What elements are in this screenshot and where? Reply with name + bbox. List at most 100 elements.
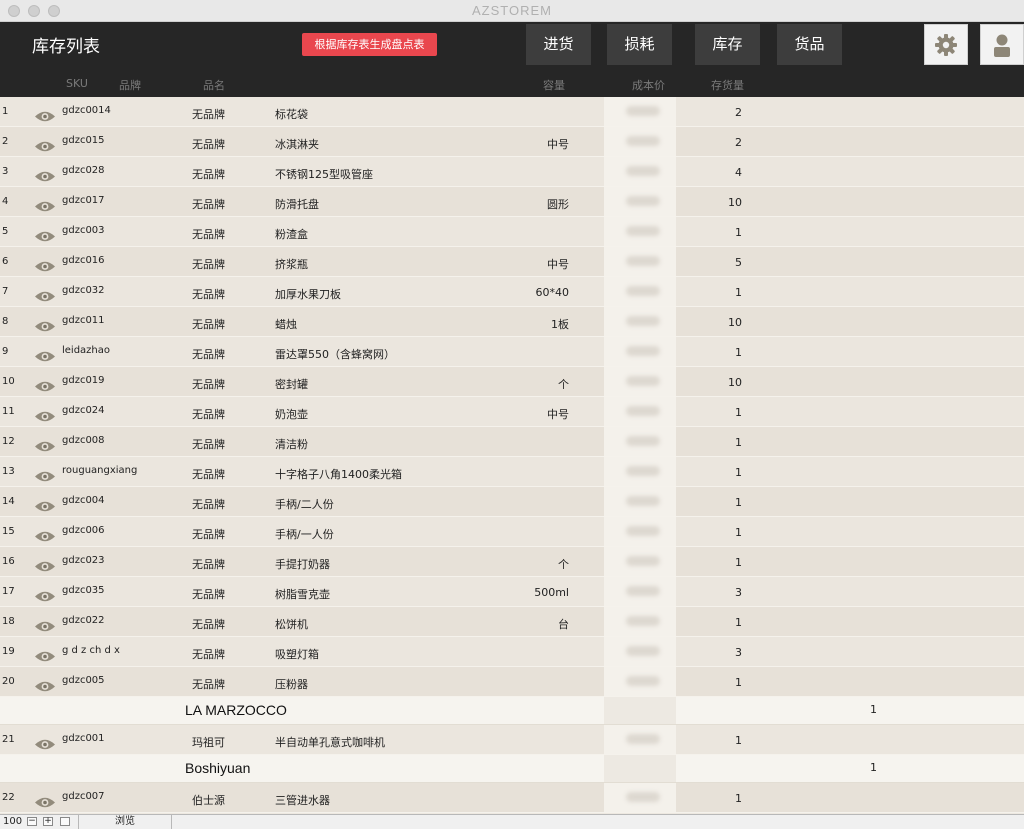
- brand-cell: 无品牌: [192, 168, 225, 181]
- group-count: 1: [870, 703, 877, 716]
- nav-loss-button[interactable]: 损耗: [607, 24, 672, 65]
- table-row[interactable]: 5 gdzc003 无品牌 粉渣盒 1: [0, 217, 1024, 247]
- group-count: 1: [870, 761, 877, 774]
- table-row[interactable]: 6 gdzc016 无品牌 挤浆瓶 中号 5: [0, 247, 1024, 277]
- redaction-blur: [626, 346, 660, 356]
- eye-icon[interactable]: [34, 796, 56, 809]
- table-row[interactable]: 2 gdzc015 无品牌 冰淇淋夹 中号 2: [0, 127, 1024, 157]
- cost-cell-redacted: [604, 725, 676, 754]
- stock-cell: 4: [735, 166, 742, 179]
- name-cell: 密封罐: [275, 378, 308, 391]
- sku-cell: gdzc015: [62, 135, 105, 146]
- cost-cell-redacted: [604, 397, 676, 426]
- nav-goods-button[interactable]: 货品: [777, 24, 842, 65]
- eye-icon[interactable]: [34, 470, 56, 483]
- eye-icon[interactable]: [34, 560, 56, 573]
- redaction-blur: [626, 676, 660, 686]
- gear-icon: [935, 33, 957, 56]
- eye-icon[interactable]: [34, 530, 56, 543]
- table-row[interactable]: 14 gdzc004 无品牌 手柄/二人份 1: [0, 487, 1024, 517]
- eye-icon[interactable]: [34, 140, 56, 153]
- table-row[interactable]: 20 gdzc005 无品牌 压粉器 1: [0, 667, 1024, 697]
- table-row[interactable]: 3 gdzc028 无品牌 不锈钢125型吸管座 4: [0, 157, 1024, 187]
- table-row[interactable]: 15 gdzc006 无品牌 手柄/一人份 1: [0, 517, 1024, 547]
- brand-cell: 无品牌: [192, 468, 225, 481]
- eye-icon[interactable]: [34, 350, 56, 363]
- redaction-blur: [626, 286, 660, 296]
- eye-icon[interactable]: [34, 440, 56, 453]
- generate-inventory-sheet-button[interactable]: 根据库存表生成盘点表: [302, 33, 437, 56]
- zoom-out-button[interactable]: −: [27, 817, 37, 826]
- sku-cell: gdzc007: [62, 791, 105, 802]
- eye-icon[interactable]: [34, 650, 56, 663]
- stock-cell: 3: [735, 586, 742, 599]
- table-row[interactable]: 18 gdzc022 无品牌 松饼机 台 1: [0, 607, 1024, 637]
- toggle-toolbar-button[interactable]: [60, 817, 70, 826]
- brand-cell: 无品牌: [192, 498, 225, 511]
- redaction-blur: [626, 256, 660, 266]
- eye-icon[interactable]: [34, 230, 56, 243]
- eye-icon[interactable]: [34, 170, 56, 183]
- redaction-blur: [626, 106, 660, 116]
- table-row[interactable]: 16 gdzc023 无品牌 手提打奶器 个 1: [0, 547, 1024, 577]
- eye-icon[interactable]: [34, 620, 56, 633]
- nav-purchase-button[interactable]: 进货: [526, 24, 591, 65]
- eye-icon[interactable]: [34, 410, 56, 423]
- capacity-cell: 500ml: [534, 586, 569, 599]
- name-cell: 不锈钢125型吸管座: [275, 168, 373, 181]
- group-cost-cell: [604, 697, 676, 724]
- inventory-table: 1 gdzc0014 无品牌 标花袋 2 2 gdzc015 无品牌 冰淇淋夹 中号 2 3 gdzc0…: [0, 97, 1024, 813]
- row-number: 7: [2, 286, 9, 297]
- table-row[interactable]: 22 gdzc007 伯士源 三管进水器 1: [0, 783, 1024, 813]
- table-row[interactable]: 10 gdzc019 无品牌 密封罐 个 10: [0, 367, 1024, 397]
- browse-mode-indicator[interactable]: 浏览: [78, 815, 172, 829]
- eye-icon[interactable]: [34, 110, 56, 123]
- sku-cell: gdzc024: [62, 405, 105, 416]
- table-row[interactable]: 19 g d z ch d x 无品牌 吸塑灯箱 3: [0, 637, 1024, 667]
- eye-icon[interactable]: [34, 380, 56, 393]
- settings-button[interactable]: [924, 24, 968, 65]
- sku-cell: rouguangxiang: [62, 465, 138, 476]
- redaction-blur: [626, 436, 660, 446]
- window-titlebar: AZSTOREM: [0, 0, 1024, 22]
- eye-icon[interactable]: [34, 320, 56, 333]
- cost-cell-redacted: [604, 127, 676, 156]
- table-row[interactable]: 17 gdzc035 无品牌 树脂雪克壶 500ml 3: [0, 577, 1024, 607]
- stock-cell: 2: [735, 106, 742, 119]
- eye-icon[interactable]: [34, 290, 56, 303]
- sku-cell: gdzc005: [62, 675, 105, 686]
- eye-icon[interactable]: [34, 590, 56, 603]
- table-row[interactable]: 7 gdzc032 无品牌 加厚水果刀板 60*40 1: [0, 277, 1024, 307]
- name-cell: 手柄/一人份: [275, 528, 334, 541]
- table-row[interactable]: 21 gdzc001 玛祖可 半自动单孔意式咖啡机 1: [0, 725, 1024, 755]
- stock-cell: 1: [735, 556, 742, 569]
- redaction-blur: [626, 586, 660, 596]
- column-header-brand: 品牌: [119, 79, 141, 92]
- eye-icon[interactable]: [34, 500, 56, 513]
- row-number: 1: [2, 106, 9, 117]
- table-row[interactable]: 13 rouguangxiang 无品牌 十字格子八角1400柔光箱 1: [0, 457, 1024, 487]
- stock-cell: 10: [728, 196, 742, 209]
- name-cell: 十字格子八角1400柔光箱: [275, 468, 402, 481]
- cost-cell-redacted: [604, 157, 676, 186]
- table-row[interactable]: 9 leidazhao 无品牌 雷达罩550（含蜂窝网） 1: [0, 337, 1024, 367]
- zoom-in-button[interactable]: +: [43, 817, 53, 826]
- eye-icon[interactable]: [34, 738, 56, 751]
- table-row[interactable]: 8 gdzc011 无品牌 蜡烛 1板 10: [0, 307, 1024, 337]
- capacity-cell: 1板: [551, 318, 569, 331]
- nav-inventory-button[interactable]: 库存: [695, 24, 760, 65]
- brand-cell: 无品牌: [192, 318, 225, 331]
- capacity-cell: 个: [558, 378, 569, 391]
- eye-icon[interactable]: [34, 680, 56, 693]
- table-row[interactable]: 1 gdzc0014 无品牌 标花袋 2: [0, 97, 1024, 127]
- name-cell: 吸塑灯箱: [275, 648, 319, 661]
- table-row[interactable]: 11 gdzc024 无品牌 奶泡壶 中号 1: [0, 397, 1024, 427]
- table-row[interactable]: 4 gdzc017 无品牌 防滑托盘 圆形 10: [0, 187, 1024, 217]
- capacity-cell: 圆形: [547, 198, 569, 211]
- stock-cell: 5: [735, 256, 742, 269]
- user-button[interactable]: [980, 24, 1024, 65]
- table-row[interactable]: 12 gdzc008 无品牌 清洁粉 1: [0, 427, 1024, 457]
- status-bar: 100 − + 浏览: [0, 814, 1024, 829]
- eye-icon[interactable]: [34, 260, 56, 273]
- eye-icon[interactable]: [34, 200, 56, 213]
